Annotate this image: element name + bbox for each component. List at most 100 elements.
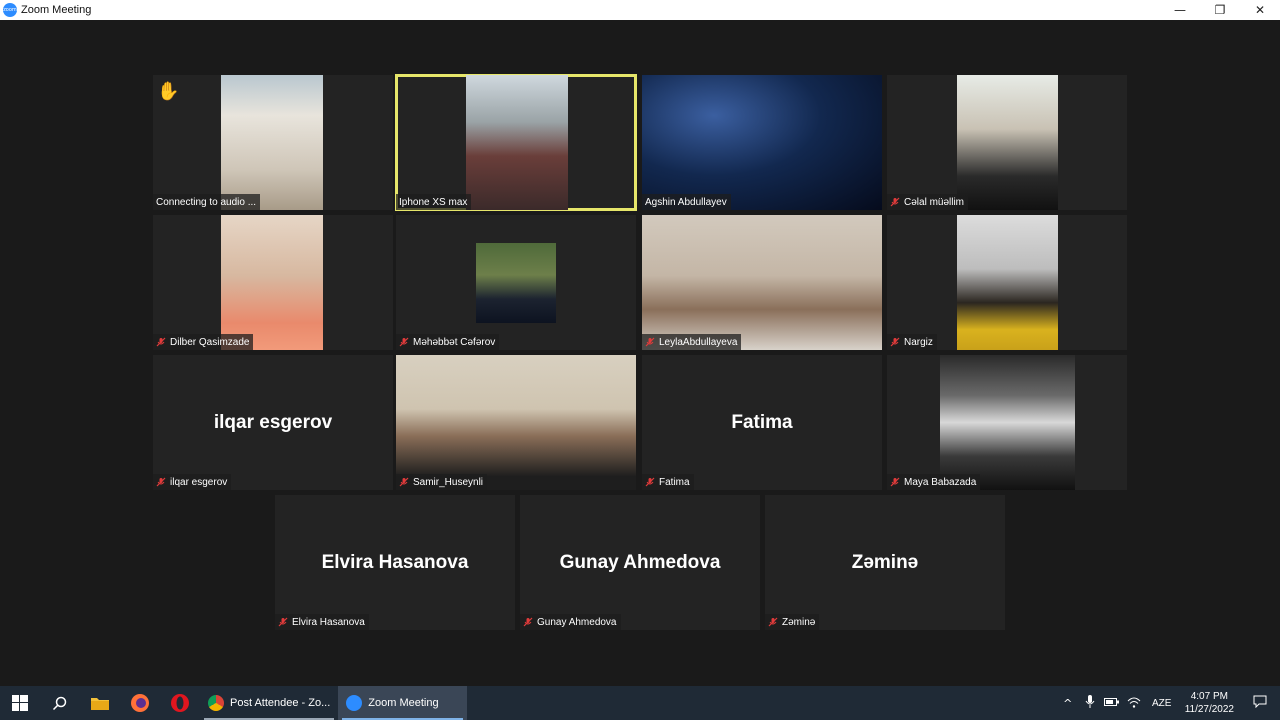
taskbar-app-chrome[interactable]: Post Attendee - Zo... [200, 686, 338, 720]
participant-name-label: Dilber Qasimzade [153, 334, 254, 350]
participant-tile[interactable]: ✋ Connecting to audio ... [153, 75, 393, 210]
participant-tile[interactable]: Elvira Hasanova Elvira Hasanova [275, 495, 515, 630]
taskbar-clock[interactable]: 4:07 PM 11/27/2022 [1179, 690, 1240, 716]
tray-chevron-icon[interactable]: ^ [1057, 697, 1079, 710]
participant-name: Nargiz [904, 336, 933, 348]
zoom-icon [346, 695, 363, 711]
participant-tile[interactable]: LeylaAbdullayeva [642, 215, 882, 350]
wifi-icon[interactable] [1123, 696, 1145, 711]
participant-name-label: Fatima [642, 474, 694, 490]
participant-video [221, 215, 323, 350]
opera-icon[interactable] [160, 686, 200, 720]
participant-name-label: Elvira Hasanova [275, 614, 369, 630]
participant-tile[interactable]: Agshin Abdullayev [642, 75, 882, 210]
search-icon[interactable] [40, 686, 80, 720]
participant-name: Məhəbbət Cəfərov [413, 336, 496, 348]
taskbar-app-zoom[interactable]: Zoom Meeting [338, 686, 467, 720]
participant-name-label: Iphone XS max [396, 194, 472, 210]
participant-video [396, 355, 636, 490]
participant-name: LeylaAbdullayeva [659, 336, 738, 348]
participant-name: Zəminə [782, 616, 816, 628]
window-titlebar: zoom Zoom Meeting — ❐ ✕ [0, 0, 1280, 20]
participant-name: Maya Babazada [904, 476, 977, 488]
gallery-view: ✋ Connecting to audio ... Iphone XS max … [0, 20, 1280, 686]
participant-name: Gunay Ahmedova [537, 616, 617, 628]
muted-mic-icon [890, 477, 900, 487]
participant-name: Dilber Qasimzade [170, 336, 250, 348]
muted-mic-icon [156, 477, 166, 487]
participant-tile[interactable]: Samir_Huseynli [396, 355, 636, 490]
participant-video [957, 75, 1058, 210]
language-indicator[interactable]: AZE [1145, 698, 1179, 709]
participant-tile-active-speaker[interactable]: Iphone XS max [395, 74, 637, 211]
participant-tile[interactable]: ilqar esgerov ilqar esgerov [153, 355, 393, 490]
participant-name-label: Gunay Ahmedova [520, 614, 621, 630]
firefox-icon[interactable] [120, 686, 160, 720]
chrome-icon [208, 695, 224, 711]
muted-mic-icon [890, 337, 900, 347]
battery-icon[interactable] [1101, 697, 1123, 710]
participant-name: Fatima [659, 476, 690, 488]
muted-mic-icon [156, 337, 166, 347]
participant-name-label: Agshin Abdullayev [642, 194, 731, 210]
participant-tile[interactable]: Maya Babazada [887, 355, 1127, 490]
muted-mic-icon [399, 477, 409, 487]
participant-name-label: Maya Babazada [887, 474, 981, 490]
windows-taskbar: Post Attendee - Zo... Zoom Meeting ^ AZE… [0, 686, 1280, 720]
participant-name-label: Nargiz [887, 334, 937, 350]
participant-tile[interactable]: Fatima Fatima [642, 355, 882, 490]
participant-name-label: Zəminə [765, 614, 820, 630]
participant-display-name: ilqar esgerov [213, 411, 333, 433]
participant-name-label: LeylaAbdullayeva [642, 334, 742, 350]
participant-video [642, 215, 882, 350]
raised-hand-icon: ✋ [157, 81, 180, 102]
participant-name: Samir_Huseynli [413, 476, 484, 488]
windows-start-icon[interactable] [0, 686, 40, 720]
zoom-app-icon: zoom [3, 3, 17, 17]
file-explorer-icon[interactable] [80, 686, 120, 720]
taskbar-app-label: Post Attendee - Zo... [230, 697, 331, 709]
participant-name: Elvira Hasanova [292, 616, 365, 628]
participant-name-label: Connecting to audio ... [153, 194, 261, 210]
system-tray: ^ AZE 4:07 PM 11/27/2022 [1057, 686, 1280, 720]
participant-tile[interactable]: Gunay Ahmedova Gunay Ahmedova [520, 495, 760, 630]
participant-tile[interactable]: Nargiz [887, 215, 1127, 350]
taskbar-app-label: Zoom Meeting [368, 697, 439, 709]
participant-name: Iphone XS max [399, 196, 468, 208]
participant-name: ilqar esgerov [170, 476, 228, 488]
participant-name-label: Cəlal müəllim [887, 194, 969, 210]
muted-mic-icon [645, 477, 655, 487]
muted-mic-icon [278, 617, 288, 627]
clock-date: 11/27/2022 [1184, 704, 1234, 715]
participant-video [957, 215, 1058, 350]
participant-name-label: Məhəbbət Cəfərov [396, 334, 500, 350]
muted-mic-icon [399, 337, 409, 347]
participant-name-label: ilqar esgerov [153, 474, 232, 490]
app-icon-text: zoom [3, 7, 17, 13]
participant-video [221, 75, 323, 210]
window-controls: — ❐ ✕ [1160, 0, 1280, 20]
participant-profile-photo [476, 243, 556, 323]
minimize-button[interactable]: — [1160, 0, 1200, 20]
microphone-icon[interactable] [1079, 694, 1101, 712]
restore-button[interactable]: ❐ [1200, 0, 1240, 20]
muted-mic-icon [645, 337, 655, 347]
notification-icon[interactable] [1240, 695, 1280, 711]
window-title: Zoom Meeting [21, 4, 92, 16]
participant-display-name: Gunay Ahmedova [559, 551, 721, 573]
participant-tile[interactable]: Dilber Qasimzade [153, 215, 393, 350]
participant-tile[interactable]: Cəlal müəllim [887, 75, 1127, 210]
clock-time: 4:07 PM [1190, 691, 1228, 702]
participant-name: Agshin Abdullayev [645, 196, 727, 208]
close-button[interactable]: ✕ [1240, 0, 1280, 20]
participant-tile[interactable]: Məhəbbət Cəfərov [396, 215, 636, 350]
participant-display-name: Elvira Hasanova [321, 551, 469, 573]
participant-display-name: Zəminə [851, 551, 919, 573]
participant-video [940, 355, 1075, 490]
muted-mic-icon [523, 617, 533, 627]
participant-video [466, 75, 568, 210]
participant-video [642, 75, 882, 210]
participant-name: Cəlal müəllim [904, 196, 965, 208]
muted-mic-icon [890, 197, 900, 207]
participant-tile[interactable]: Zəminə Zəminə [765, 495, 1005, 630]
